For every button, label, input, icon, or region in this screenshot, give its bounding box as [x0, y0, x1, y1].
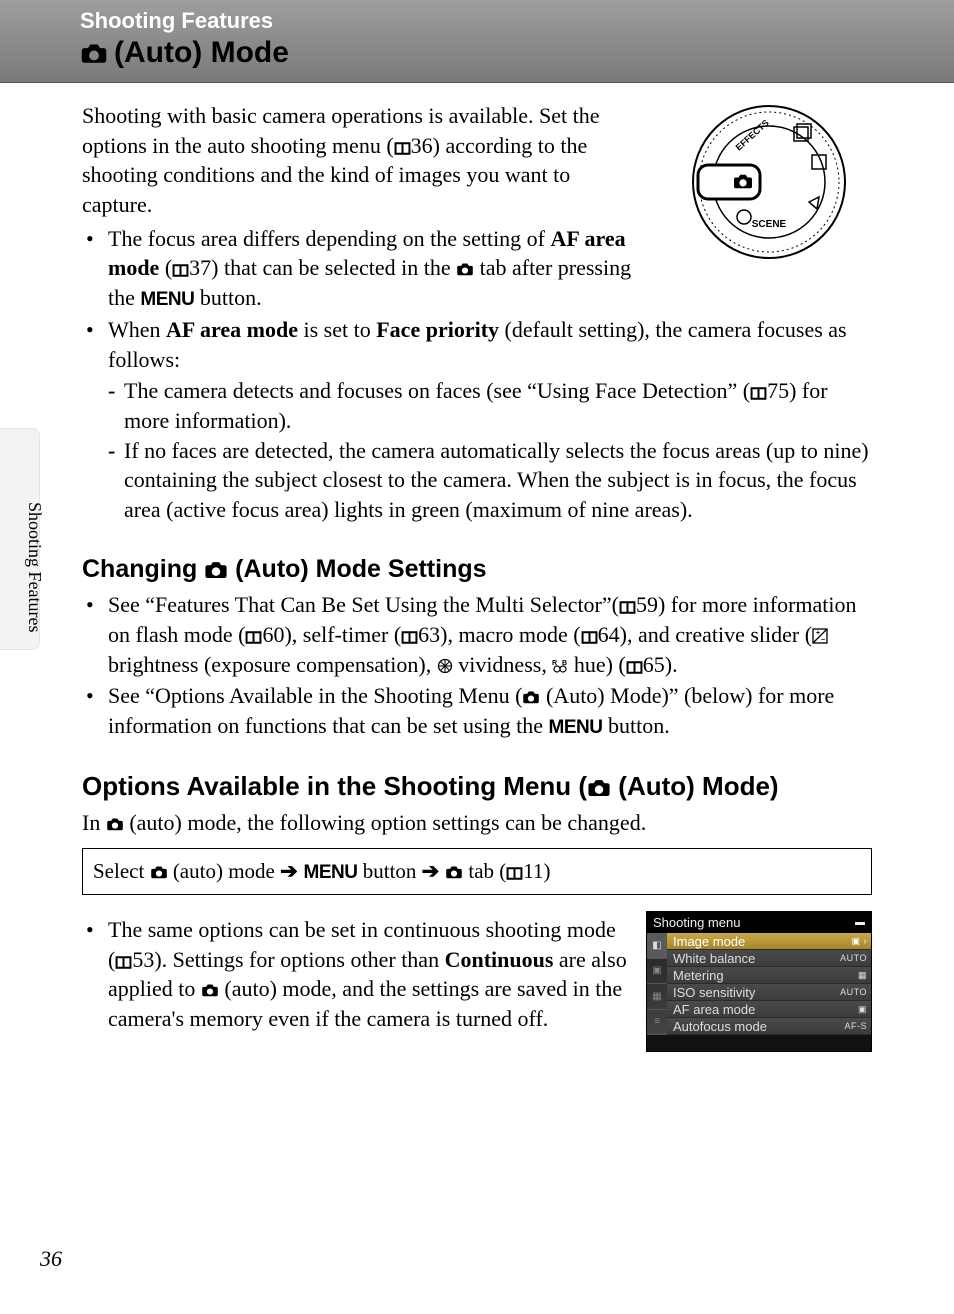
menu-row: Metering ▦ [667, 967, 871, 984]
camera-icon [150, 865, 168, 879]
menu-row-value: AUTO [840, 952, 867, 964]
page-ref-icon [401, 631, 418, 644]
menu-tabs: ◧ ▣ ▦ ≡ [647, 933, 667, 1035]
menu-row: Image mode ▣ › [667, 933, 871, 950]
page-ref-icon [581, 631, 598, 644]
list-item: The focus area differs depending on the … [82, 224, 642, 313]
subheading-options-available: Options Available in the Shooting Menu (… [82, 769, 872, 804]
list-item: If no faces are detected, the camera aut… [108, 436, 872, 525]
menu-tab-icon: ▣ [647, 959, 667, 985]
menu-row-value: AUTO [840, 986, 867, 998]
bullet-list-1: The focus area differs depending on the … [82, 224, 872, 525]
options-intro-line: In (auto) mode, the following option set… [82, 808, 872, 838]
list-item: See “Features That Can Be Set Using the … [82, 590, 872, 679]
intro-paragraph: Shooting with basic camera operations is… [82, 101, 642, 220]
svg-text:SCENE: SCENE [752, 219, 787, 230]
navigation-box: Select (auto) mode ➔ MENU button ➔ tab (… [82, 848, 872, 895]
camera-icon [456, 262, 474, 276]
bullet-list-3: The same options can be set in continuou… [82, 915, 628, 1034]
menu-row-value: AF-S [844, 1020, 867, 1032]
breadcrumb: Shooting Features [80, 8, 954, 34]
page-ref-icon [750, 387, 767, 400]
vividness-icon [437, 658, 453, 674]
menu-row-value: ▣ [858, 1003, 867, 1015]
page-ref-icon [626, 661, 643, 674]
camera-icon [522, 690, 540, 704]
menu-row-label: Autofocus mode [673, 1018, 767, 1036]
bullet-list-2: See “Features That Can Be Set Using the … [82, 590, 872, 740]
hue-icon: RB [552, 658, 568, 674]
menu-glyph: MENU [304, 862, 358, 883]
camera-icon [445, 865, 463, 879]
shooting-menu-screenshot: Shooting menu ▬ ◧ ▣ ▦ ≡ Image mode ▣ › Whi… [646, 911, 872, 1053]
menu-row: AF area mode ▣ [667, 1001, 871, 1018]
svg-text:−: − [821, 637, 825, 644]
page-ref-icon [619, 601, 636, 614]
menu-row-value: ▣ › [851, 935, 867, 947]
page-header: Shooting Features (Auto) Mode [0, 0, 954, 83]
page-ref-icon [245, 631, 262, 644]
subheading-changing-settings: Changing (Auto) Mode Settings [82, 553, 872, 587]
page-ref-icon [394, 142, 411, 155]
menu-tab-camera-icon: ◧ [647, 933, 667, 959]
svg-text:B: B [562, 660, 567, 667]
camera-icon [587, 778, 611, 797]
menu-row-label: Image mode [673, 933, 745, 951]
exposure-icon: +− [812, 628, 828, 644]
mode-dial-illustration: SCENE EFFECTS [684, 97, 854, 267]
list-item: See “Options Available in the Shooting M… [82, 681, 872, 740]
page-ref-icon [172, 264, 189, 277]
menu-row: White balance AUTO [667, 950, 871, 967]
camera-icon [204, 560, 228, 579]
menu-row-label: AF area mode [673, 1001, 755, 1019]
camera-icon [80, 42, 108, 64]
list-item: The camera detects and focuses on faces … [108, 376, 872, 435]
menu-row-label: White balance [673, 950, 755, 968]
svg-text:+: + [816, 630, 820, 637]
menu-row-label: ISO sensitivity [673, 984, 755, 1002]
page-ref-icon [115, 956, 132, 969]
list-item: When AF area mode is set to Face priorit… [82, 315, 872, 525]
menu-row: ISO sensitivity AUTO [667, 984, 871, 1001]
menu-row-label: Metering [673, 967, 724, 985]
page-ref-icon [506, 867, 523, 880]
menu-title: Shooting menu [653, 914, 740, 932]
menu-glyph: MENU [549, 717, 603, 738]
menu-tab-icon: ≡ [647, 1010, 667, 1036]
list-item: The same options can be set in continuou… [82, 915, 628, 1034]
battery-icon: ▬ [855, 916, 865, 930]
camera-icon [106, 817, 124, 831]
arrow-icon: ➔ [280, 860, 303, 883]
menu-glyph: MENU [140, 289, 194, 310]
camera-icon [201, 983, 219, 997]
arrow-icon: ➔ [422, 860, 445, 883]
menu-tab-icon: ▦ [647, 984, 667, 1010]
page-number: 36 [40, 1246, 62, 1272]
page-title: (Auto) Mode [80, 36, 954, 70]
menu-row: Autofocus mode AF-S [667, 1018, 871, 1035]
menu-row-value: ▦ [858, 969, 867, 981]
